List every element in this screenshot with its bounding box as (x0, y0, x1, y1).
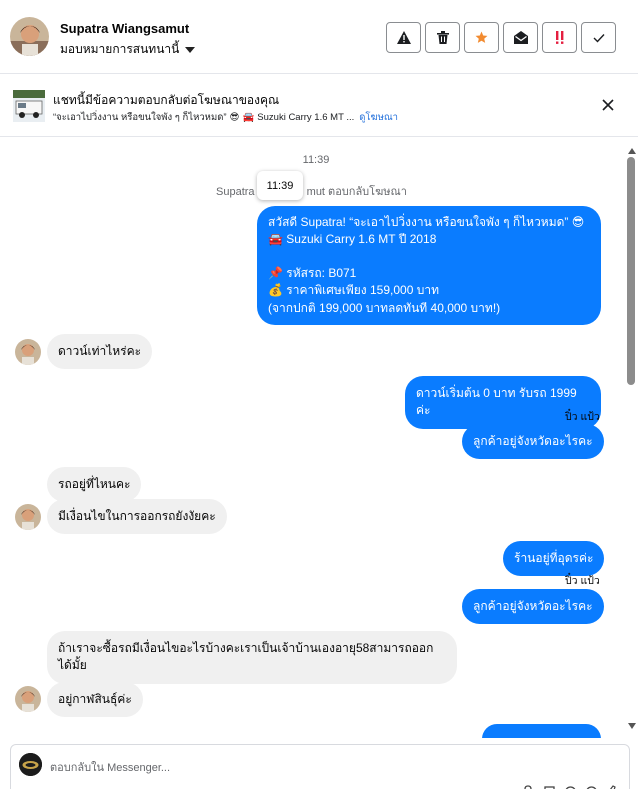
conversation-header: Supatra Wiangsamut มอบหมายการสนทนานี้ (0, 0, 638, 74)
delete-button[interactable] (425, 22, 460, 53)
emoji-icon[interactable] (564, 782, 577, 789)
caret-down-icon (185, 46, 196, 53)
reply-input[interactable]: ตอบกลับใน Messenger... (50, 758, 170, 776)
ad-reply-notice: แชทนี้มีข้อความตอบกลับต่อโฆษณาของคุณ “จะ… (0, 74, 638, 137)
ad-replied-notice: Supatra mut ตอบกลับโฆษณา (216, 182, 407, 200)
assign-conversation-dropdown[interactable]: มอบหมายการสนทนานี้ (60, 40, 196, 59)
composer-tools (522, 782, 619, 789)
trash-icon (436, 31, 449, 44)
outgoing-message[interactable]: ลูกค้าอยู่จังหวัดอะไรคะ (462, 589, 604, 625)
scrollbar-thumb[interactable] (627, 157, 635, 385)
close-icon[interactable] (600, 97, 616, 113)
saved-reply-icon[interactable] (543, 782, 556, 789)
contact-avatar-small[interactable] (15, 339, 41, 365)
contact-avatar-small[interactable] (15, 686, 41, 712)
assign-label: มอบหมายการสนทนานี้ (60, 42, 180, 56)
time-tooltip: 11:39 (257, 171, 303, 200)
exclamation-icon (555, 31, 563, 44)
sunglasses-emoji: 😎 (229, 112, 240, 123)
contact-name: Supatra Wiangsamut (60, 21, 190, 36)
warning-icon (396, 31, 411, 44)
ad-message-line: 🚘 Suzuki Carry 1.6 MT ปี 2018 (268, 232, 437, 247)
ad-message-line: (จากปกติ 199,000 บาทลดทันที 40,000 บาท!) (268, 300, 501, 315)
message-thread[interactable]: 11:39 Supatra mut ตอบกลับโฆษณา 11:39 สวั… (0, 138, 638, 738)
replied-notice-left: Supatra (216, 186, 255, 198)
timestamp: 11:39 (302, 154, 330, 166)
ad-car-text: Suzuki Carry 1.6 MT ... (257, 112, 355, 123)
conversation-actions (386, 22, 616, 53)
gif-icon[interactable] (585, 782, 598, 789)
check-icon (593, 33, 605, 43)
car-emoji: 🚘 (242, 112, 255, 123)
incoming-message[interactable]: รถอยู่ที่ไหนคะ (47, 467, 142, 503)
envelope-open-icon (513, 31, 528, 44)
incoming-message[interactable]: อยู่กาฬสินธุ์ค่ะ (47, 682, 143, 718)
scroll-down-arrow-icon[interactable] (628, 723, 636, 729)
incoming-message[interactable]: ดาวน์เท่าไหร่คะ (47, 334, 153, 370)
done-button[interactable] (581, 22, 616, 53)
view-ad-link[interactable]: ดูโฆษณา (359, 110, 398, 125)
ad-message-line: 💰 ราคาพิเศษเพียง 159,000 บาท (268, 283, 439, 298)
spam-button[interactable] (386, 22, 421, 53)
incoming-message[interactable]: ถ้าเราจะซื้อรถมีเงื่อนไขอะไรบ้างคะเราเป็… (47, 631, 457, 684)
ad-quote: “จะเอาไปวิ่งงาน หรือขนใจพัง ๆ ก็ไหวหมด” (53, 112, 227, 123)
ad-notice-title: แชทนี้มีข้อความตอบกลับต่อโฆษณาของคุณ (53, 93, 280, 107)
follow-up-button[interactable] (464, 22, 499, 53)
thumbs-up-icon[interactable] (606, 782, 619, 789)
replied-notice-right: mut ตอบกลับโฆษณา (306, 186, 407, 198)
seen-by-label: ปิ๋ว แป้ว (565, 575, 600, 587)
ad-thumbnail[interactable] (13, 90, 45, 122)
ad-notice-description: “จะเอาไปวิ่งงาน หรือขนใจพัง ๆ ก็ไหวหมด” … (53, 110, 398, 125)
seen-by-label: ปิ๋ว แป้ว (565, 411, 600, 423)
outgoing-message[interactable]: ลูกค้าอยู่จังหวัดอะไรคะ (462, 424, 604, 460)
page-avatar (19, 753, 42, 776)
reply-composer[interactable]: ตอบกลับใน Messenger... (10, 744, 630, 789)
priority-button[interactable] (542, 22, 577, 53)
contact-avatar-small[interactable] (15, 504, 41, 530)
incoming-message[interactable]: มีเงื่อนไขในการออกรถยังงัยคะ (47, 499, 227, 535)
scroll-up-arrow-icon[interactable] (628, 148, 636, 154)
attach-icon[interactable] (522, 782, 535, 789)
outgoing-message-partial[interactable] (482, 724, 601, 738)
mark-unread-button[interactable] (503, 22, 538, 53)
star-icon (475, 31, 488, 43)
ad-message-bubble[interactable]: สวัสดี Supatra! “จะเอาไปวิ่งงาน หรือขนใจ… (257, 206, 601, 325)
ad-message-line: 📌 รหัสรถ: B071 (268, 265, 357, 280)
ad-message-line: สวัสดี Supatra! “จะเอาไปวิ่งงาน หรือขนใจ… (268, 215, 585, 229)
contact-avatar[interactable] (10, 17, 49, 56)
